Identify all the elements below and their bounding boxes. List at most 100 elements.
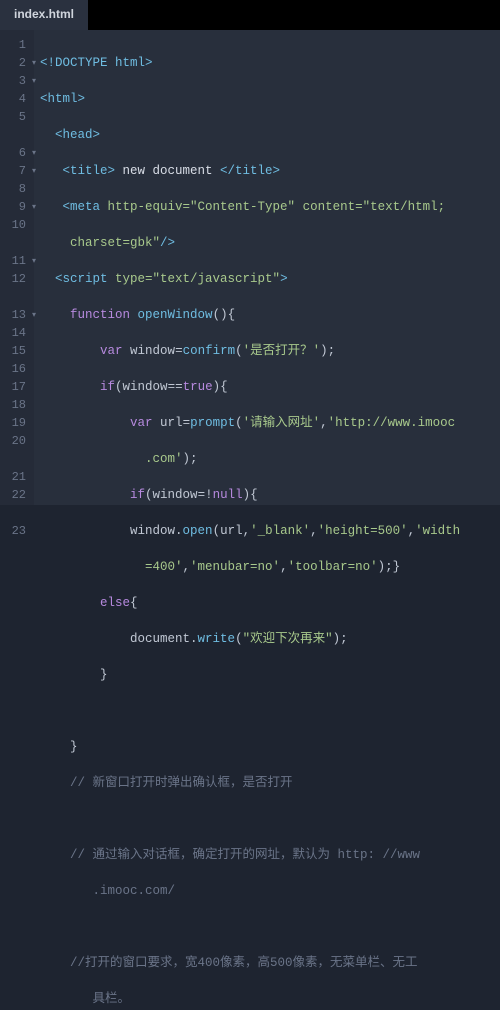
code-text xyxy=(40,344,100,358)
code-comment: .imooc.com/ xyxy=(40,884,175,898)
code-text: <script xyxy=(40,272,115,286)
code-text: document xyxy=(130,632,190,646)
code-text: if xyxy=(130,488,145,502)
code-text: function xyxy=(70,308,130,322)
code-text: "text/html; xyxy=(363,200,446,214)
code-text: window xyxy=(123,380,168,394)
code-text: { xyxy=(130,596,138,610)
code-text: content= xyxy=(303,200,363,214)
code-text: window xyxy=(153,488,198,502)
code-text xyxy=(40,416,130,430)
line-number: 11 xyxy=(0,252,34,270)
code-text: = xyxy=(183,416,191,430)
code-text xyxy=(40,488,130,502)
line-number: 9 xyxy=(0,198,34,216)
code-text xyxy=(40,632,130,646)
code-text: null xyxy=(213,488,243,502)
tab-bar: index.html xyxy=(0,0,500,30)
code-text: . xyxy=(190,632,198,646)
code-text xyxy=(40,596,100,610)
code-text: . xyxy=(175,524,183,538)
code-editor[interactable]: 1 2 3 4 5 6 7 8 9 10 11 12 13 14 15 16 1… xyxy=(0,30,500,505)
code-text: '_blank' xyxy=(250,524,310,538)
code-text: } xyxy=(40,740,78,754)
code-text: '请输入网址' xyxy=(243,416,321,430)
code-text: true xyxy=(183,380,213,394)
line-number xyxy=(0,288,34,306)
line-number: 22 xyxy=(0,486,34,504)
code-text xyxy=(40,524,130,538)
code-text: , xyxy=(408,524,416,538)
code-text: , xyxy=(243,524,251,538)
code-text: ( xyxy=(115,380,123,394)
line-number xyxy=(0,234,34,252)
code-text: == xyxy=(168,380,183,394)
code-text: openWindow xyxy=(138,308,213,322)
line-number: 15 xyxy=(0,342,34,360)
code-area[interactable]: <!DOCTYPE html> <html> <head> <title> ne… xyxy=(34,30,500,505)
line-number: 12 xyxy=(0,270,34,288)
code-comment: 具栏。 xyxy=(40,992,130,1006)
code-text: ( xyxy=(235,344,243,358)
line-number-gutter: 1 2 3 4 5 6 7 8 9 10 11 12 13 14 15 16 1… xyxy=(0,30,34,505)
code-text: charset=gbk" xyxy=(40,236,160,250)
line-number: 21 xyxy=(0,468,34,486)
code-text xyxy=(295,200,303,214)
code-text: , xyxy=(320,416,328,430)
code-text: url xyxy=(220,524,243,538)
code-text: 'menubar=no' xyxy=(190,560,280,574)
line-number: 6 xyxy=(0,144,34,162)
code-text: .com' xyxy=(40,452,183,466)
line-number: 4 xyxy=(0,90,34,108)
code-text: ){ xyxy=(243,488,258,502)
code-text: window xyxy=(130,344,175,358)
line-number: 23 xyxy=(0,522,34,540)
code-text: ( xyxy=(235,632,243,646)
code-text: if xyxy=(100,380,115,394)
code-text: , xyxy=(310,524,318,538)
line-number: 20 xyxy=(0,432,34,450)
code-text: ); xyxy=(183,452,198,466)
code-text: http-equiv= xyxy=(108,200,191,214)
line-number: 14 xyxy=(0,324,34,342)
code-text: ( xyxy=(145,488,153,502)
code-text: } xyxy=(40,668,108,682)
code-text: <head> xyxy=(40,128,100,142)
code-text: ); xyxy=(320,344,335,358)
code-text: "text/javascript" xyxy=(153,272,281,286)
code-text: "Content-Type" xyxy=(190,200,295,214)
code-text: var xyxy=(130,416,153,430)
line-number: 18 xyxy=(0,396,34,414)
code-text: 'http://www.imooc xyxy=(328,416,456,430)
code-text: = xyxy=(175,344,183,358)
code-text xyxy=(130,308,138,322)
code-text: /> xyxy=(160,236,175,250)
code-text: write xyxy=(198,632,236,646)
code-text: confirm xyxy=(183,344,236,358)
code-text: type= xyxy=(115,272,153,286)
line-number: 2 xyxy=(0,54,34,72)
line-number: 3 xyxy=(0,72,34,90)
code-text xyxy=(40,380,100,394)
code-text: ( xyxy=(235,416,243,430)
code-text: 'height=500' xyxy=(318,524,408,538)
code-comment: //打开的窗口要求，宽400像素，高500像素，无菜单栏、无工 xyxy=(40,956,418,970)
code-text: </title> xyxy=(220,164,280,178)
line-number xyxy=(0,450,34,468)
line-number xyxy=(0,504,34,522)
code-text: prompt xyxy=(190,416,235,430)
code-text: var xyxy=(100,344,123,358)
line-number: 1 xyxy=(0,36,34,54)
line-number: 16 xyxy=(0,360,34,378)
code-text: , xyxy=(280,560,288,574)
code-text: <!DOCTYPE html> xyxy=(40,56,153,70)
code-text: <html> xyxy=(40,92,85,106)
code-text xyxy=(40,308,70,322)
code-text: window xyxy=(130,524,175,538)
code-comment: // 通过输入对话框，确定打开的网址，默认为 http: //www xyxy=(40,848,420,862)
code-text: url xyxy=(160,416,183,430)
code-text: ){ xyxy=(213,380,228,394)
line-number: 17 xyxy=(0,378,34,396)
tab-index-html[interactable]: index.html xyxy=(0,0,89,30)
line-number: 5 xyxy=(0,108,34,126)
